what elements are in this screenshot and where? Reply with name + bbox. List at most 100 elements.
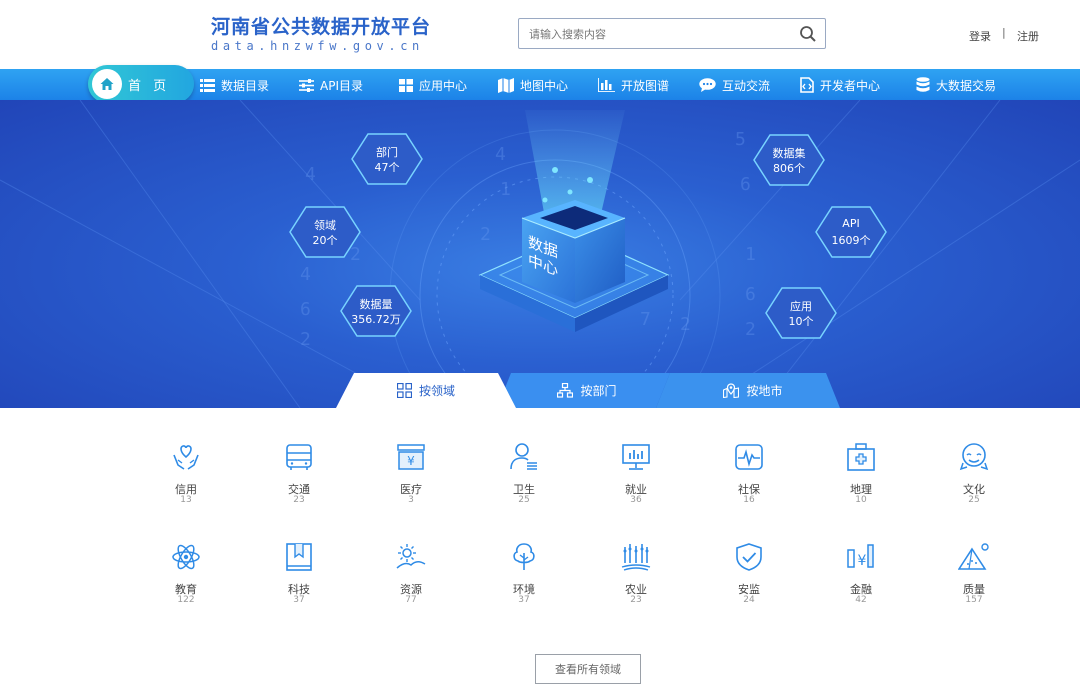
monitor-chart-icon — [622, 444, 650, 470]
svg-text:4: 4 — [305, 164, 316, 185]
category-count: 10 — [855, 495, 867, 505]
grid-icon — [396, 383, 412, 398]
category-count: 3 — [408, 495, 414, 505]
search-box — [518, 18, 826, 49]
org-chart-icon — [557, 383, 574, 398]
tab-label: 按地市 — [746, 384, 783, 398]
nav-item-label: 地图中心 — [520, 78, 569, 93]
person-list-icon — [510, 443, 537, 470]
search-input[interactable] — [529, 25, 789, 43]
nav-home[interactable]: 首 页 — [88, 65, 194, 103]
stat-value: 47个 — [374, 161, 400, 174]
stat-domains[interactable]: 领域 20个 — [288, 205, 362, 259]
svg-text:1: 1 — [500, 179, 511, 200]
stat-label: 数据量 — [359, 298, 393, 311]
stat-departments[interactable]: 部门 47个 — [350, 132, 424, 186]
chat-icon — [699, 78, 716, 92]
stat-data-volume[interactable]: 数据量 356.72万 — [339, 284, 413, 338]
category-count: 37 — [293, 595, 305, 605]
stat-datasets[interactable]: 数据集 806个 — [752, 133, 826, 187]
culture-mask-icon — [959, 443, 989, 471]
stat-label: API — [842, 217, 860, 230]
svg-text:2: 2 — [745, 319, 756, 340]
category-count: 13 — [180, 495, 192, 505]
svg-text:¥: ¥ — [407, 454, 415, 468]
nav-item-interaction[interactable]: 互动交流 — [699, 75, 770, 95]
site-title[interactable]: 河南省公共数据开放平台 — [211, 12, 431, 39]
stat-apps[interactable]: 应用 10个 — [764, 286, 838, 340]
nav-item-open-graph[interactable]: 开放图谱 — [598, 75, 669, 95]
nav-item-api-catalog[interactable]: API目录 — [299, 75, 363, 95]
stat-label: 应用 — [790, 300, 812, 313]
auth-separator: | — [1002, 26, 1006, 39]
nav-item-map-center[interactable]: 地图中心 — [498, 75, 568, 95]
map-icon — [498, 77, 514, 93]
stat-value: 20个 — [312, 234, 338, 247]
svg-text:2: 2 — [300, 329, 311, 350]
shield-check-icon — [736, 543, 762, 571]
nav-item-label: 数据目录 — [221, 78, 270, 93]
stat-api[interactable]: API 1609个 — [814, 205, 888, 259]
svg-text:6: 6 — [745, 284, 756, 305]
currency-icon: ¥ — [847, 544, 874, 569]
category-count: 24 — [743, 595, 755, 605]
windows-grid-icon — [399, 78, 413, 92]
login-link[interactable]: 登录 — [969, 28, 991, 44]
map-pin-icon — [723, 383, 740, 398]
pyramid-icon — [958, 543, 989, 570]
svg-text:4: 4 — [300, 264, 311, 285]
svg-text:2: 2 — [680, 314, 691, 335]
nav-item-app-center[interactable]: 应用中心 — [399, 75, 467, 95]
crops-icon — [621, 544, 651, 571]
atom-icon — [172, 544, 200, 570]
nav-item-developer[interactable]: 开发者中心 — [800, 75, 880, 95]
bar-chart-icon — [598, 78, 615, 92]
nav-item-big-data-trade[interactable]: 大数据交易 — [916, 75, 996, 95]
nav-item-label: 互动交流 — [722, 78, 771, 93]
svg-text:4: 4 — [495, 144, 506, 165]
category-count: 37 — [518, 595, 530, 605]
tab-by-domain[interactable]: 按领域 — [336, 373, 516, 408]
hero-banner: 424 415 616 262 227 数据中心 部门 47个 领域 20个 数… — [0, 100, 1080, 408]
category-count: 77 — [405, 595, 417, 605]
heart-hands-icon — [173, 445, 199, 470]
stat-value: 356.72万 — [351, 313, 401, 326]
nav-item-data-catalog[interactable]: 数据目录 — [200, 75, 269, 95]
category-count: 23 — [293, 495, 305, 505]
site-url: data.hnzwfw.gov.cn — [211, 39, 424, 53]
category-count: 42 — [855, 595, 867, 605]
sliders-icon — [299, 78, 314, 92]
stat-label: 部门 — [376, 146, 398, 159]
tab-by-city[interactable]: 按地市 — [668, 373, 838, 408]
nav-item-label: 应用中心 — [419, 78, 468, 93]
home-icon-circle — [92, 69, 122, 99]
header: 河南省公共数据开放平台 data.hnzwfw.gov.cn 登录 | 注册 — [0, 0, 1080, 69]
category-count: 36 — [630, 495, 642, 505]
nav-item-label: 开发者中心 — [820, 78, 881, 93]
category-count: 122 — [177, 595, 195, 605]
svg-text:¥: ¥ — [858, 553, 867, 569]
nav-item-label: 大数据交易 — [936, 78, 997, 93]
stat-value: 1609个 — [831, 234, 871, 247]
nav-item-label: API目录 — [320, 78, 363, 93]
stat-value: 10个 — [788, 315, 814, 328]
category-count: 25 — [968, 495, 980, 505]
tab-by-department[interactable]: 按部门 — [505, 373, 669, 408]
stat-label: 数据集 — [772, 147, 806, 160]
search-icon[interactable] — [799, 25, 817, 43]
stat-value: 806个 — [773, 162, 805, 175]
view-all-domains-button[interactable]: 查看所有领域 — [535, 654, 641, 684]
code-file-icon — [800, 77, 814, 93]
svg-text:2: 2 — [480, 224, 491, 245]
list-icon — [200, 78, 215, 92]
home-icon — [100, 78, 114, 90]
register-link[interactable]: 注册 — [1017, 28, 1039, 44]
svg-text:6: 6 — [300, 299, 311, 320]
book-bookmark-icon — [286, 543, 312, 571]
svg-text:7: 7 — [640, 309, 651, 330]
category-count: 157 — [965, 595, 983, 605]
tree-icon — [513, 543, 535, 570]
pulse-icon — [735, 444, 763, 470]
category-count: 16 — [743, 495, 755, 505]
first-aid-kit-icon — [847, 443, 875, 471]
